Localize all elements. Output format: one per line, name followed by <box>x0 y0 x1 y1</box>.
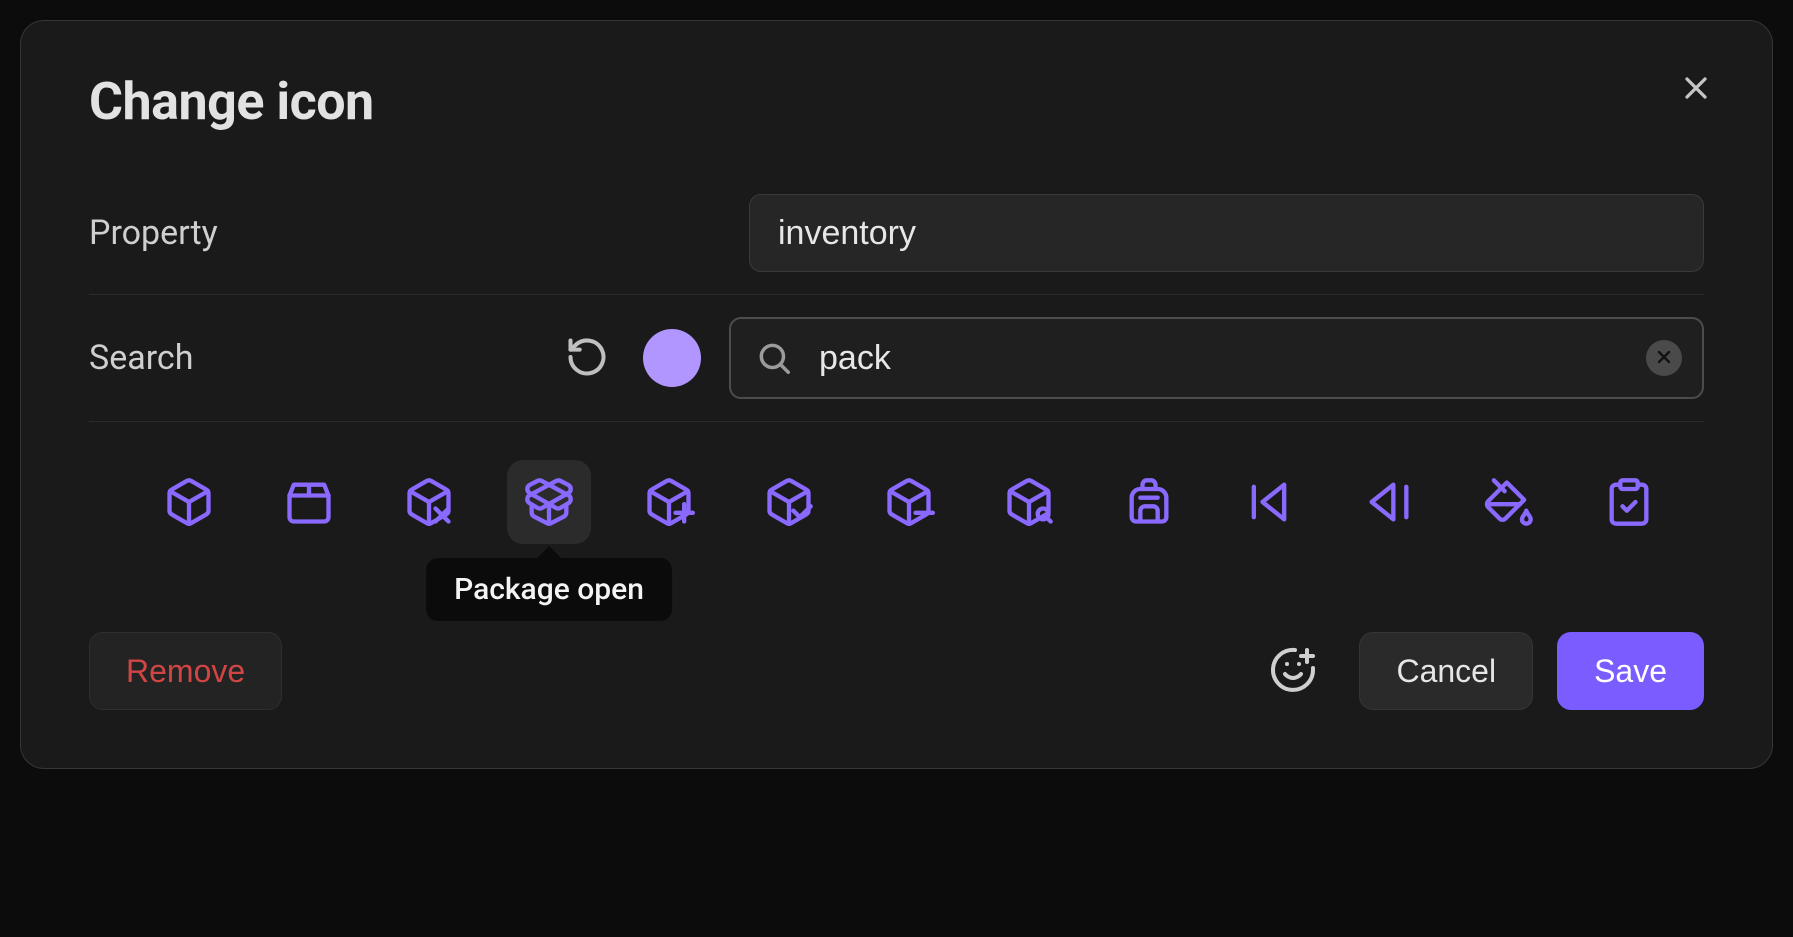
emoji-picker-button[interactable] <box>1263 641 1323 701</box>
save-button[interactable]: Save <box>1557 632 1704 710</box>
dialog-footer: Remove Cancel Save <box>89 594 1704 710</box>
remove-button[interactable]: Remove <box>89 632 282 710</box>
color-swatch[interactable] <box>643 329 701 387</box>
icon-option-clipboard-check[interactable] <box>1587 460 1671 544</box>
icon-option-package-check[interactable] <box>747 460 831 544</box>
package-x-icon <box>403 476 455 528</box>
package-check-icon <box>763 476 815 528</box>
package-search-icon <box>1003 476 1055 528</box>
icon-results: Package open <box>89 422 1704 594</box>
icon-option-step-back[interactable] <box>1347 460 1431 544</box>
icon-option-package-open[interactable]: Package open <box>507 460 591 544</box>
icon-option-package-minus[interactable] <box>867 460 951 544</box>
close-button[interactable] <box>1668 61 1724 117</box>
search-input-wrap <box>729 317 1704 399</box>
icon-option-package-x[interactable] <box>387 460 471 544</box>
backpack-icon <box>1123 476 1175 528</box>
rotate-ccw-icon <box>565 335 609 382</box>
search-input[interactable] <box>817 319 1622 397</box>
reset-button[interactable] <box>559 330 615 386</box>
package-plus-icon <box>643 476 695 528</box>
icon-option-backpack[interactable] <box>1107 460 1191 544</box>
property-row: Property <box>89 172 1704 294</box>
dialog-title: Change icon <box>89 71 1704 132</box>
close-icon <box>1678 70 1714 109</box>
paint-bucket-icon <box>1483 476 1535 528</box>
search-label: Search <box>89 338 559 378</box>
change-icon-dialog: Change icon Property Search <box>20 20 1773 769</box>
skip-back-icon <box>1243 476 1295 528</box>
x-icon <box>1654 347 1674 370</box>
icon-option-package[interactable] <box>147 460 231 544</box>
smile-plus-icon <box>1269 646 1317 697</box>
icon-option-paint-bucket[interactable] <box>1467 460 1551 544</box>
icon-option-package-2[interactable] <box>267 460 351 544</box>
step-back-icon <box>1363 476 1415 528</box>
icon-option-skip-back[interactable] <box>1227 460 1311 544</box>
package-icon <box>163 476 215 528</box>
property-label: Property <box>89 213 749 253</box>
cancel-button[interactable]: Cancel <box>1359 632 1533 710</box>
clear-search-button[interactable] <box>1646 340 1682 376</box>
property-input[interactable] <box>749 194 1704 272</box>
package-open-icon <box>523 476 575 528</box>
search-row: Search <box>89 295 1704 421</box>
icon-option-package-plus[interactable] <box>627 460 711 544</box>
icon-option-package-search[interactable] <box>987 460 1071 544</box>
search-icon <box>755 339 793 377</box>
package-minus-icon <box>883 476 935 528</box>
clipboard-check-icon <box>1603 476 1655 528</box>
package-2-icon <box>283 476 335 528</box>
